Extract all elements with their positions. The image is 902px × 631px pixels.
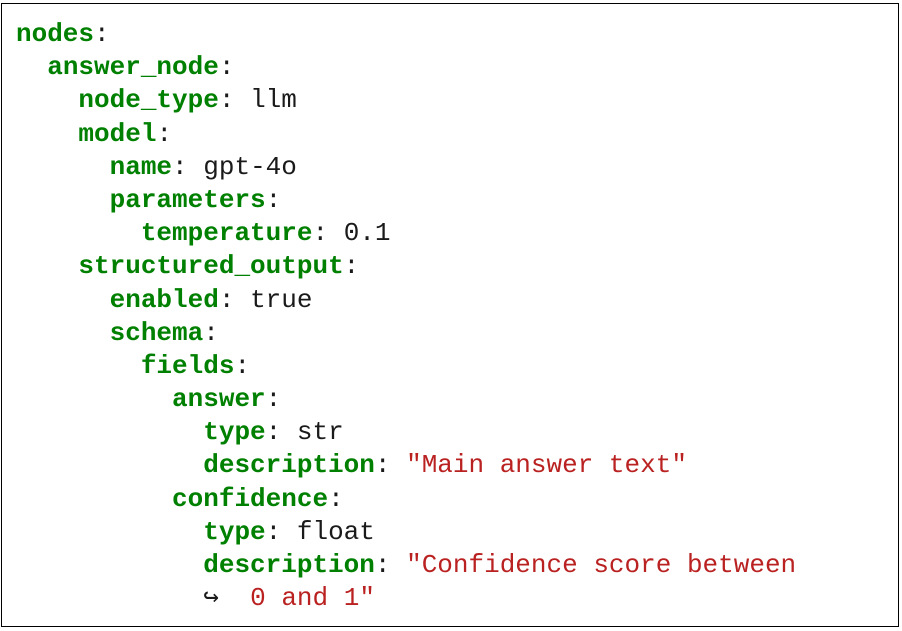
- code-line: type: float: [16, 516, 796, 549]
- yaml-string-value: 0 and 1": [250, 583, 375, 614]
- yaml-colon: :: [343, 251, 360, 282]
- yaml-value: str: [296, 417, 344, 448]
- code-line: structured_output:: [16, 250, 796, 283]
- code-line: description: "Confidence score between: [16, 549, 796, 582]
- yaml-colon: :: [94, 19, 110, 49]
- code-line: ↪ 0 and 1": [16, 582, 796, 615]
- yaml-value: true: [250, 284, 313, 315]
- code-line: nodes:: [16, 18, 796, 51]
- yaml-colon: :: [234, 350, 251, 381]
- yaml-colon: :: [374, 550, 391, 580]
- code-line: fields:: [16, 350, 796, 383]
- yaml-colon: :: [328, 483, 344, 514]
- code-line: schema:: [16, 317, 796, 350]
- yaml-colon: :: [265, 417, 282, 448]
- code-line: description: "Main answer text": [16, 449, 796, 482]
- yaml-colon: :: [218, 52, 235, 83]
- code-line: node_type: llm: [16, 84, 796, 117]
- yaml-key: description: [203, 550, 375, 580]
- yaml-key: model: [78, 118, 157, 149]
- code-line: confidence:: [16, 483, 796, 516]
- yaml-value: llm: [250, 85, 297, 116]
- yaml-key: parameters: [109, 184, 266, 215]
- yaml-code-block: nodes: answer_node: node_type: llm model…: [16, 18, 796, 615]
- yaml-key: fields: [140, 350, 235, 381]
- yaml-colon: :: [156, 118, 173, 149]
- yaml-string-value: "Confidence score between: [406, 550, 797, 580]
- code-line: parameters:: [16, 184, 796, 217]
- yaml-value: gpt-4o: [203, 151, 297, 182]
- yaml-key: name: [109, 151, 173, 182]
- code-line: temperature: 0.1: [16, 217, 796, 250]
- yaml-key: confidence: [172, 483, 329, 514]
- yaml-key: type: [203, 516, 266, 547]
- code-line: answer_node:: [16, 51, 796, 84]
- yaml-colon: :: [265, 184, 282, 215]
- code-line: enabled: true: [16, 284, 796, 317]
- yaml-key: node_type: [78, 85, 219, 116]
- code-listing-frame: nodes: answer_node: node_type: llm model…: [1, 3, 899, 627]
- yaml-key: description: [203, 450, 375, 481]
- code-line: answer:: [16, 383, 796, 416]
- code-line: name: gpt-4o: [16, 151, 796, 184]
- yaml-key: structured_output: [78, 251, 344, 282]
- code-line: model:: [16, 118, 796, 151]
- yaml-colon: :: [312, 218, 329, 249]
- yaml-key: type: [203, 417, 266, 448]
- yaml-colon: :: [172, 151, 188, 182]
- yaml-colon: :: [203, 317, 219, 348]
- line-wrap-arrow-icon: ↪: [203, 583, 219, 614]
- yaml-colon: :: [218, 85, 235, 116]
- yaml-key: nodes: [16, 19, 95, 49]
- yaml-key: temperature: [140, 218, 313, 249]
- yaml-colon: :: [265, 384, 282, 415]
- yaml-colon: :: [265, 516, 282, 547]
- yaml-value: float: [296, 516, 375, 547]
- yaml-string-value: "Main answer text": [406, 450, 687, 481]
- yaml-colon: :: [218, 284, 235, 315]
- yaml-value: 0.1: [343, 218, 391, 249]
- yaml-colon: :: [374, 450, 391, 481]
- yaml-key: answer_node: [47, 52, 219, 83]
- yaml-key: answer: [172, 384, 266, 415]
- code-line: type: str: [16, 416, 796, 449]
- yaml-key: schema: [109, 317, 204, 348]
- yaml-key: enabled: [109, 284, 219, 315]
